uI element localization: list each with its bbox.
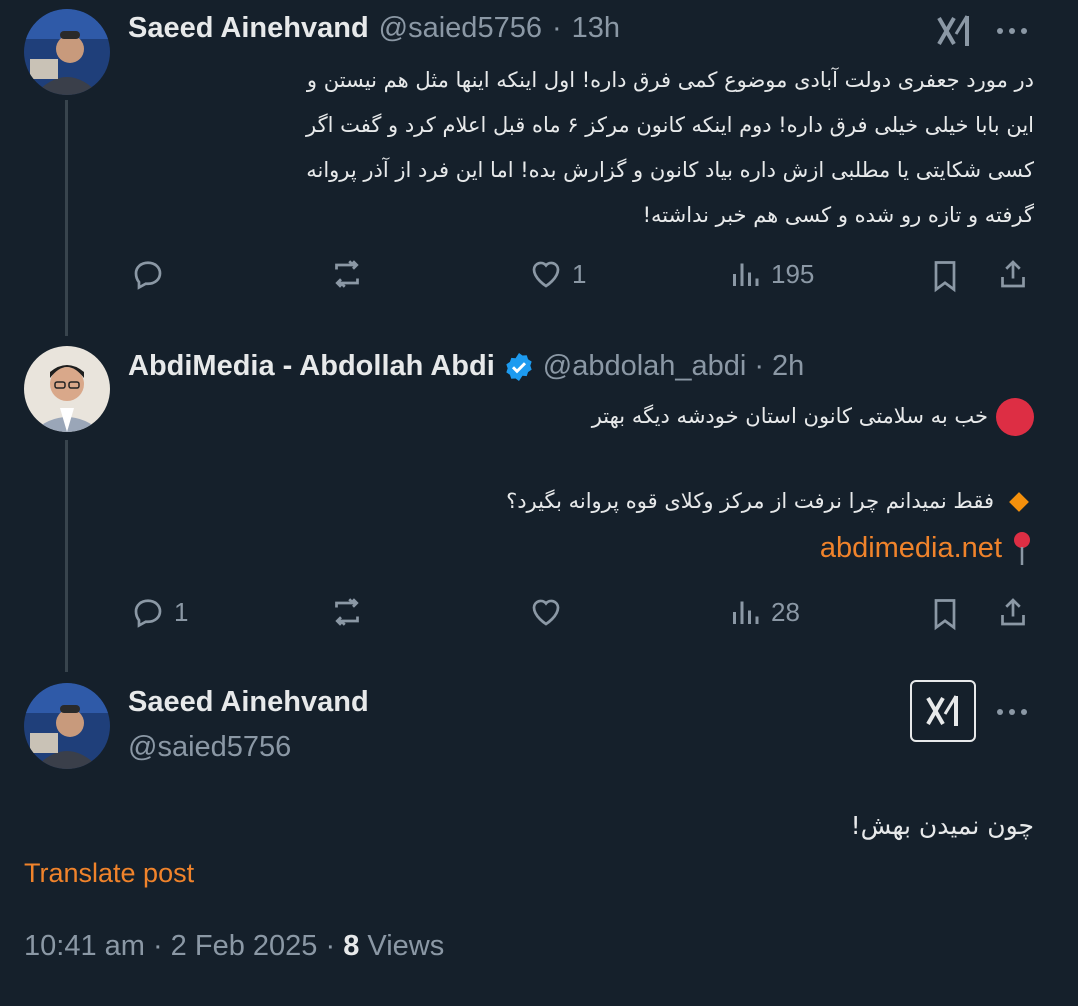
- like-icon: [532, 261, 560, 288]
- grok-button[interactable]: [910, 680, 976, 742]
- reply-icon: [134, 261, 162, 290]
- views-button[interactable]: 28: [727, 594, 800, 630]
- share-icon: [1001, 598, 1025, 626]
- timestamp-text[interactable]: 10:41 am · 2 Feb 2025 ·: [24, 930, 343, 962]
- repost-icon: [335, 598, 359, 626]
- bookmark-icon: [934, 599, 956, 631]
- views-label: Views: [359, 930, 445, 962]
- share-button[interactable]: [995, 256, 1031, 292]
- more-icon[interactable]: [997, 709, 1027, 715]
- avatar[interactable]: [24, 346, 110, 432]
- share-button[interactable]: [995, 594, 1031, 630]
- orange-diamond-icon: [1009, 491, 1029, 512]
- like-count: 1: [572, 258, 587, 289]
- views-count: 8: [343, 930, 360, 962]
- post-body: خب به سلامتی کانون استان خودشه دیگه بهتر…: [128, 394, 1034, 571]
- pin-icon: [1014, 531, 1030, 565]
- share-icon: [1001, 260, 1025, 288]
- thread-line: [65, 440, 68, 672]
- views-icon: [733, 263, 759, 286]
- post-line: در مورد جعفری دولت آبادی موضوع کمی فرق د…: [306, 68, 1034, 92]
- post-time[interactable]: 13h: [572, 12, 620, 45]
- reply-button[interactable]: 1: [130, 594, 188, 630]
- like-button[interactable]: 1: [528, 256, 586, 292]
- author-handle[interactable]: @abdolah_abdi: [543, 350, 747, 383]
- views-count: 28: [771, 596, 800, 627]
- author-handle[interactable]: @saied5756: [379, 12, 542, 45]
- post-line: گرفته و تازه رو شده و کسی هم خبر نداشته!: [642, 203, 1034, 227]
- author-name[interactable]: AbdiMedia - Abdollah Abdi: [128, 350, 495, 383]
- grok-icon[interactable]: [936, 14, 972, 48]
- reply-icon: [134, 599, 162, 628]
- translate-post-link[interactable]: Translate post: [24, 858, 194, 889]
- separator: ·: [754, 350, 765, 382]
- post-line: خب به سلامتی کانون استان خودشه دیگه بهتر: [591, 404, 988, 428]
- author-handle[interactable]: @saied5756: [128, 731, 291, 764]
- post-link[interactable]: abdimedia.net: [820, 526, 1002, 571]
- views-icon: [733, 601, 759, 624]
- author-name[interactable]: Saeed Ainehvand: [128, 686, 369, 719]
- reply-count: 1: [174, 596, 189, 627]
- reply-button[interactable]: [130, 256, 174, 292]
- post-line: فقط نمیدانم چرا نرفت از مرکز وکلای قوه پ…: [506, 489, 994, 513]
- post-timestamp: 10:41 am · 2 Feb 2025 · 8 Views: [24, 930, 444, 963]
- verified-icon: [506, 352, 532, 381]
- red-circle-icon: [996, 397, 1034, 436]
- thread-line: [65, 100, 68, 336]
- repost-icon: [335, 260, 359, 288]
- bookmark-button[interactable]: [927, 596, 963, 632]
- like-button[interactable]: [528, 594, 572, 630]
- views-count: 195: [771, 258, 815, 289]
- bookmark-icon: [934, 261, 956, 293]
- avatar[interactable]: [24, 9, 110, 95]
- author-name[interactable]: Saeed Ainehvand: [128, 12, 369, 45]
- post-line: این بابا خیلی خیلی فرق داره! دوم اینکه ک…: [306, 113, 1034, 137]
- repost-button[interactable]: [329, 256, 373, 292]
- like-icon: [532, 599, 560, 626]
- post-body: در مورد جعفری دولت آبادی موضوع کمی فرق د…: [128, 58, 1034, 238]
- post-line: کسی شکایتی یا مطلبی ازش داره بیاد کانون …: [306, 158, 1034, 182]
- more-icon[interactable]: [997, 28, 1027, 34]
- main-post-text: چون نمیدن بهش!: [850, 811, 1034, 840]
- repost-button[interactable]: [329, 594, 373, 630]
- grok-icon: [926, 695, 958, 726]
- avatar[interactable]: [24, 683, 110, 769]
- post-time[interactable]: 2h: [772, 350, 804, 383]
- separator: ·: [551, 12, 562, 44]
- views-button[interactable]: 195: [727, 256, 814, 292]
- bookmark-button[interactable]: [927, 258, 963, 294]
